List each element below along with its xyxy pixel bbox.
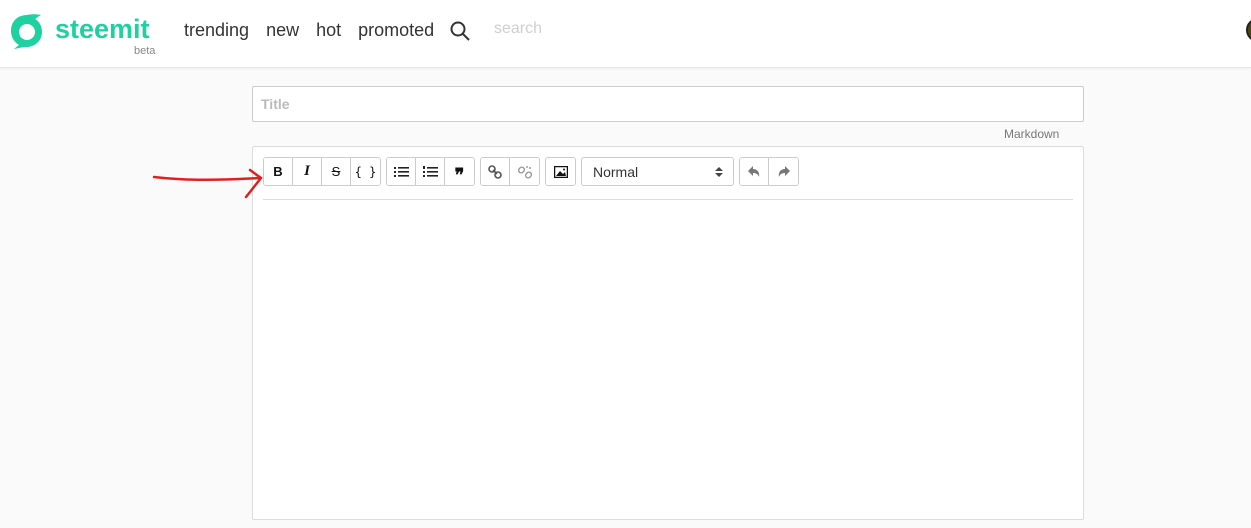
bullet-list-icon [393,166,409,177]
nav-new[interactable]: new [266,20,299,41]
code-button[interactable]: { } [351,158,380,185]
search-icon[interactable] [450,21,470,41]
title-input[interactable] [252,86,1084,122]
undo-icon [748,165,760,177]
nav-promoted[interactable]: promoted [358,20,434,41]
brand-name[interactable]: steemit [55,14,150,45]
search-input[interactable] [494,20,694,38]
image-icon [553,165,568,178]
avatar[interactable] [1246,18,1251,42]
markdown-toggle[interactable]: Markdown [1004,127,1059,141]
format-select-value: Normal [593,163,639,180]
bullet-list-button[interactable] [387,158,416,185]
redo-button[interactable] [769,158,798,185]
undo-button[interactable] [740,158,769,185]
numbered-list-button[interactable] [416,158,445,185]
select-arrows-icon [715,166,723,177]
redo-icon [778,165,790,177]
nav-hot[interactable]: hot [316,20,341,41]
nav-trending[interactable]: trending [184,20,249,41]
steemit-logo-icon[interactable] [8,12,46,50]
image-button[interactable] [546,158,575,185]
italic-button[interactable]: I [293,158,322,185]
toolbar-divider [263,199,1073,200]
link-icon [488,164,502,179]
beta-badge: beta [134,45,156,57]
numbered-list-icon [422,165,438,177]
code-icon: { } [354,164,377,179]
quote-icon: ❞ [454,164,465,185]
quote-button[interactable]: ❞ [445,158,474,185]
italic-icon: I [304,163,310,179]
format-select[interactable]: Normal [581,157,734,186]
unlink-button[interactable] [510,158,539,185]
strikethrough-icon: S [331,164,341,179]
editor-toolbar: B I S { } ❞ Normal [263,157,804,186]
bold-icon: B [273,164,283,179]
top-header: steemit beta trending new hot promoted [0,0,1251,68]
red-arrow-annotation [152,168,263,199]
strikethrough-button[interactable]: S [322,158,351,185]
rich-text-editor[interactable]: B I S { } ❞ Normal [252,146,1084,520]
link-button[interactable] [481,158,510,185]
main-nav: trending new hot promoted [184,20,451,41]
bold-button[interactable]: B [264,158,293,185]
unlink-icon [517,165,532,179]
